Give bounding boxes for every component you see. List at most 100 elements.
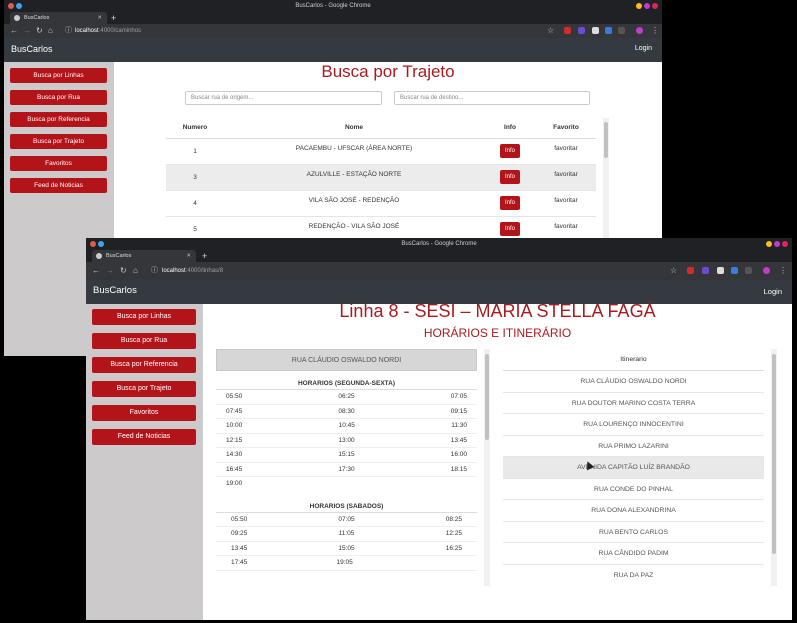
new-tab-icon[interactable]: +: [202, 250, 207, 262]
minimize-button[interactable]: [636, 3, 642, 9]
browser-tab[interactable]: BusCarlos ✕: [10, 12, 107, 24]
itinerary-scrollbar[interactable]: [771, 349, 777, 586]
list-item[interactable]: RUA BENTO CARLOS: [503, 522, 764, 543]
sidebar: Busca por Linhas Busca por Rua Busca por…: [86, 304, 203, 620]
extension-icon-2[interactable]: [578, 27, 585, 34]
home-icon[interactable]: ⌂: [48, 24, 53, 38]
table-row: 1 PACAEMBU - UFSCAR (ÁREA NORTE) Info fa…: [166, 138, 596, 164]
maximize-button[interactable]: [644, 3, 650, 9]
maximize-button[interactable]: [774, 241, 780, 247]
sidebar-item-busca-linhas[interactable]: Busca por Linhas: [10, 68, 107, 83]
extension-icon-4[interactable]: [605, 27, 612, 34]
favoritar-link[interactable]: favoritar: [536, 190, 596, 216]
extension-icon-5[interactable]: [745, 267, 752, 274]
profile-avatar[interactable]: [763, 267, 770, 274]
list-item[interactable]: RUA CLÁUDIO OSWALDO NORDI: [503, 371, 764, 393]
info-button[interactable]: Info: [499, 170, 520, 184]
menu-kebab-icon[interactable]: ⋮: [779, 262, 787, 280]
sidebar-item-favoritos[interactable]: Favoritos: [10, 156, 107, 171]
url-host: localhost: [162, 268, 186, 274]
selected-stop-header: RUA CLÁUDIO OSWALDO NORDI: [216, 349, 477, 371]
brand-logo-text[interactable]: BusCarlos: [11, 44, 53, 54]
list-item[interactable]: AVENIDA CAPITÃO LUÍZ BRANDÃO: [503, 457, 764, 479]
schedule-scrollbar-thumb[interactable]: [485, 354, 489, 440]
url-field[interactable]: localhost:4000/caminhos: [75, 26, 141, 36]
tab-strip: BusCarlos ✕ +: [4, 12, 662, 24]
table-scrollbar-thumb[interactable]: [604, 122, 608, 158]
list-item[interactable]: RUA DONA ALEXANDRINA: [503, 500, 764, 522]
close-window-button[interactable]: [652, 3, 658, 9]
origin-search-input[interactable]: Buscar rua de origem...: [185, 91, 382, 105]
new-tab-icon[interactable]: +: [111, 12, 116, 24]
reload-icon[interactable]: ↻: [36, 24, 43, 38]
reload-icon[interactable]: ↻: [120, 262, 127, 280]
forward-icon[interactable]: →: [23, 24, 31, 38]
menu-kebab-icon[interactable]: ⋮: [651, 24, 659, 38]
time-cell: 08:30: [338, 407, 355, 415]
site-info-icon[interactable]: ⓘ: [65, 24, 72, 38]
brand-logo-text[interactable]: BusCarlos: [93, 285, 137, 296]
tab-label: BusCarlos: [24, 15, 50, 21]
url-path: :4000/caminhos: [98, 28, 142, 34]
sidebar-item-feed-noticias[interactable]: Feed de Noticias: [92, 429, 196, 445]
time-cell: 10:00: [226, 422, 243, 429]
time-row: 05:50 07:05 08:25: [216, 513, 477, 527]
sidebar-item-favoritos[interactable]: Favoritos: [92, 405, 196, 421]
browser-tab[interactable]: BusCarlos ✕: [92, 250, 196, 262]
time-cell: 12:25: [445, 530, 462, 537]
url-field[interactable]: localhost:4000/linhas/8: [162, 266, 223, 276]
close-tab-icon[interactable]: ✕: [97, 12, 102, 24]
extension-icon-2[interactable]: [702, 267, 709, 274]
close-window-button[interactable]: [782, 241, 788, 247]
time-cell: 05:50: [231, 515, 248, 523]
favoritar-link[interactable]: favoritar: [536, 138, 596, 164]
favoritar-link[interactable]: favoritar: [536, 164, 596, 190]
extension-icon-3[interactable]: [717, 267, 724, 274]
back-icon[interactable]: ←: [10, 24, 18, 38]
list-item[interactable]: RUA DA PAZ: [503, 565, 764, 587]
sidebar-item-busca-trajeto[interactable]: Busca por Trajeto: [92, 381, 196, 397]
extension-icon-4[interactable]: [731, 267, 738, 274]
login-link[interactable]: Login: [635, 45, 652, 52]
profile-avatar[interactable]: [636, 27, 643, 34]
sidebar-item-busca-rua[interactable]: Busca por Rua: [92, 333, 196, 349]
bookmark-star-icon[interactable]: ☆: [547, 24, 554, 38]
saturday-schedule-table: 05:50 07:05 08:25 09:25 11:05 12:25 13:45 15:…: [216, 513, 477, 571]
bookmark-star-icon[interactable]: ☆: [670, 262, 677, 280]
time-row: 09:25 11:05 12:25: [216, 527, 477, 542]
itinerary-scrollbar-thumb[interactable]: [772, 354, 776, 554]
login-link[interactable]: Login: [764, 287, 782, 296]
sidebar-item-busca-trajeto[interactable]: Busca por Trajeto: [10, 134, 107, 149]
sidebar-item-busca-referencia[interactable]: Busca por Referencia: [10, 112, 107, 127]
extension-icon-1[interactable]: [564, 27, 571, 34]
home-icon[interactable]: ⌂: [133, 262, 138, 280]
time-cell: 13:45: [450, 436, 467, 444]
sidebar-item-busca-linhas[interactable]: Busca por Linhas: [92, 309, 196, 325]
site-info-icon[interactable]: ⓘ: [151, 262, 158, 280]
extension-icon-5[interactable]: [618, 27, 625, 34]
time-cell: 15:05: [338, 544, 355, 552]
close-tab-icon[interactable]: ✕: [186, 250, 191, 262]
schedule-scrollbar[interactable]: [484, 349, 490, 586]
col-header-info: Info: [504, 124, 516, 132]
time-cell: 09:15: [450, 407, 467, 415]
list-item[interactable]: RUA CONDE DO PINHAL: [503, 479, 764, 500]
list-item[interactable]: RUA LOURENÇO INNOCENTINI: [503, 414, 764, 436]
back-icon[interactable]: ←: [92, 262, 100, 280]
list-item[interactable]: RUA DOUTOR MARINO COSTA TERRA: [503, 393, 764, 414]
info-button[interactable]: Info: [499, 196, 520, 210]
forward-icon[interactable]: →: [106, 262, 114, 280]
list-item[interactable]: RUA PRIMO LAZARINI: [503, 436, 764, 457]
sidebar-item-busca-rua[interactable]: Busca por Rua: [10, 90, 107, 105]
minimize-button[interactable]: [766, 241, 772, 247]
info-button[interactable]: Info: [499, 222, 520, 237]
extension-icon-3[interactable]: [592, 27, 599, 34]
info-button[interactable]: Info: [499, 144, 520, 158]
list-item[interactable]: RUA CÂNDIDO PADIM: [503, 543, 764, 565]
time-cell: 13:00: [338, 436, 355, 444]
sidebar-item-busca-referencia[interactable]: Busca por Referencia: [92, 357, 196, 373]
destination-search-input[interactable]: Buscar rua de destino...: [394, 91, 590, 105]
extension-icon-1[interactable]: [687, 267, 694, 274]
sidebar-item-feed-noticias[interactable]: Feed de Noticias: [10, 178, 107, 193]
time-row: 19:00: [216, 477, 477, 492]
